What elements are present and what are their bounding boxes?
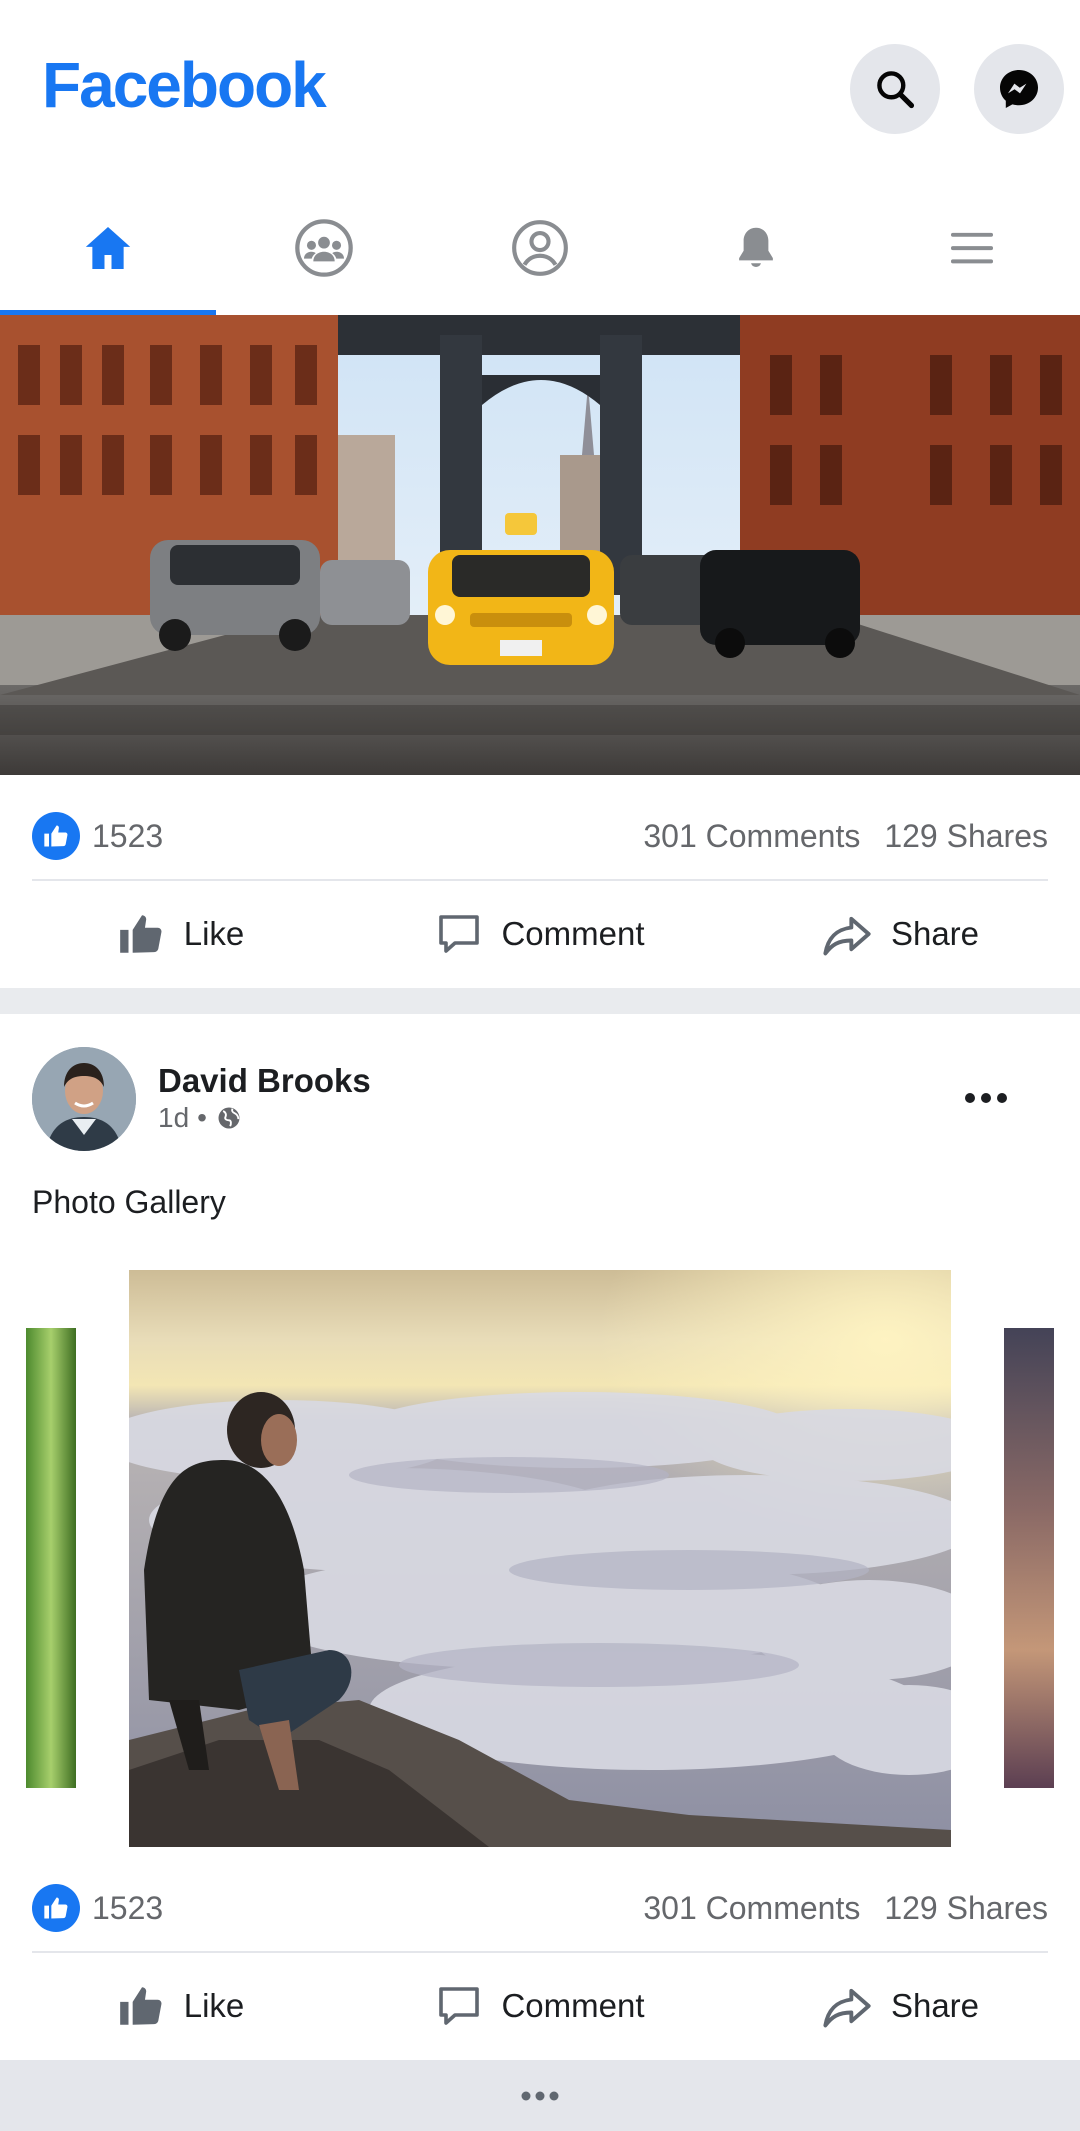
post-text: Photo Gallery (32, 1184, 226, 1220)
man-above-clouds-image (129, 1270, 951, 1847)
city-street-taxi-image (0, 315, 1080, 775)
menu-icon (951, 232, 993, 263)
search-button[interactable] (850, 44, 940, 134)
share-icon (823, 1988, 871, 2028)
share-label: Share (890, 1987, 980, 2024)
bell-icon (739, 227, 773, 267)
gallery-prev-thumb[interactable] (26, 1328, 76, 1788)
post-image-city[interactable] (0, 315, 1080, 775)
messenger-button[interactable] (974, 44, 1064, 134)
thumbs-up-icon (44, 1897, 68, 1919)
tab-bar (0, 180, 1080, 315)
comment-label: Comment (501, 915, 645, 952)
gallery-next-thumb[interactable] (1004, 1328, 1054, 1788)
tab-notifications[interactable] (648, 180, 864, 315)
thumbs-up-icon (119, 915, 162, 953)
share-button[interactable]: Share (720, 884, 1080, 984)
avatar[interactable] (32, 1047, 136, 1151)
comment-button[interactable]: Comment (360, 884, 720, 984)
like-button[interactable]: Like (0, 1956, 360, 2056)
home-icon (85, 226, 131, 269)
like-button[interactable]: Like (0, 884, 360, 984)
tab-menu[interactable] (864, 180, 1080, 315)
like-label: Like (183, 1987, 245, 2024)
comment-count[interactable]: 301 Comments (643, 1890, 860, 1927)
share-count[interactable]: 129 Shares (884, 818, 1048, 855)
next-photo (1004, 1328, 1054, 1788)
thumbs-up-icon (119, 1987, 162, 2025)
post-time[interactable]: 1d (158, 1102, 189, 1134)
comment-count[interactable]: 301 Comments (643, 818, 860, 855)
profile-icon (512, 219, 568, 276)
search-icon (877, 71, 915, 109)
comment-icon (439, 915, 480, 953)
more-icon (521, 2091, 559, 2100)
post-meta: 1d • (158, 1102, 243, 1134)
share-label: Share (890, 915, 980, 952)
groups-icon (295, 218, 353, 277)
feed-separator (0, 988, 1080, 1014)
tab-home[interactable] (0, 180, 216, 315)
thumbs-up-icon (44, 825, 68, 847)
share-icon (823, 916, 871, 956)
tab-profile[interactable] (432, 180, 648, 315)
app: Facebook 1523 301 Comments 129 Shares Li… (0, 0, 1080, 2131)
divider (32, 1951, 1048, 1953)
load-more-bar[interactable] (0, 2060, 1080, 2131)
like-label: Like (183, 915, 245, 952)
like-count[interactable]: 1523 (92, 1890, 163, 1927)
share-button[interactable]: Share (720, 1956, 1080, 2056)
gallery-main-photo[interactable] (129, 1270, 951, 1847)
author-name[interactable]: David Brooks (158, 1062, 371, 1100)
brand-logo[interactable]: Facebook (42, 48, 327, 122)
divider (32, 879, 1048, 881)
comment-icon (439, 1987, 480, 2025)
top-bar: Facebook (0, 0, 1080, 180)
prev-photo (26, 1328, 76, 1788)
tab-groups[interactable] (216, 180, 432, 315)
meta-separator: • (197, 1102, 207, 1133)
more-icon (965, 1093, 1007, 1103)
comment-button[interactable]: Comment (360, 1956, 720, 2056)
post-1-actions: Like Comment Share (0, 884, 1080, 984)
post-2-stats: 1523 301 Comments 129 Shares (32, 1868, 1048, 1948)
like-count[interactable]: 1523 (92, 818, 163, 855)
share-count[interactable]: 129 Shares (884, 1890, 1048, 1927)
post-2-actions: Like Comment Share (0, 1956, 1080, 2056)
messenger-icon (1000, 70, 1038, 108)
like-badge (32, 1884, 80, 1932)
post-1-stats: 1523 301 Comments 129 Shares (32, 796, 1048, 876)
comment-label: Comment (501, 1987, 645, 2024)
author-photo (32, 1047, 136, 1151)
post-options-button[interactable] (958, 1078, 1014, 1118)
globe-icon (218, 1107, 240, 1129)
like-badge (32, 812, 80, 860)
